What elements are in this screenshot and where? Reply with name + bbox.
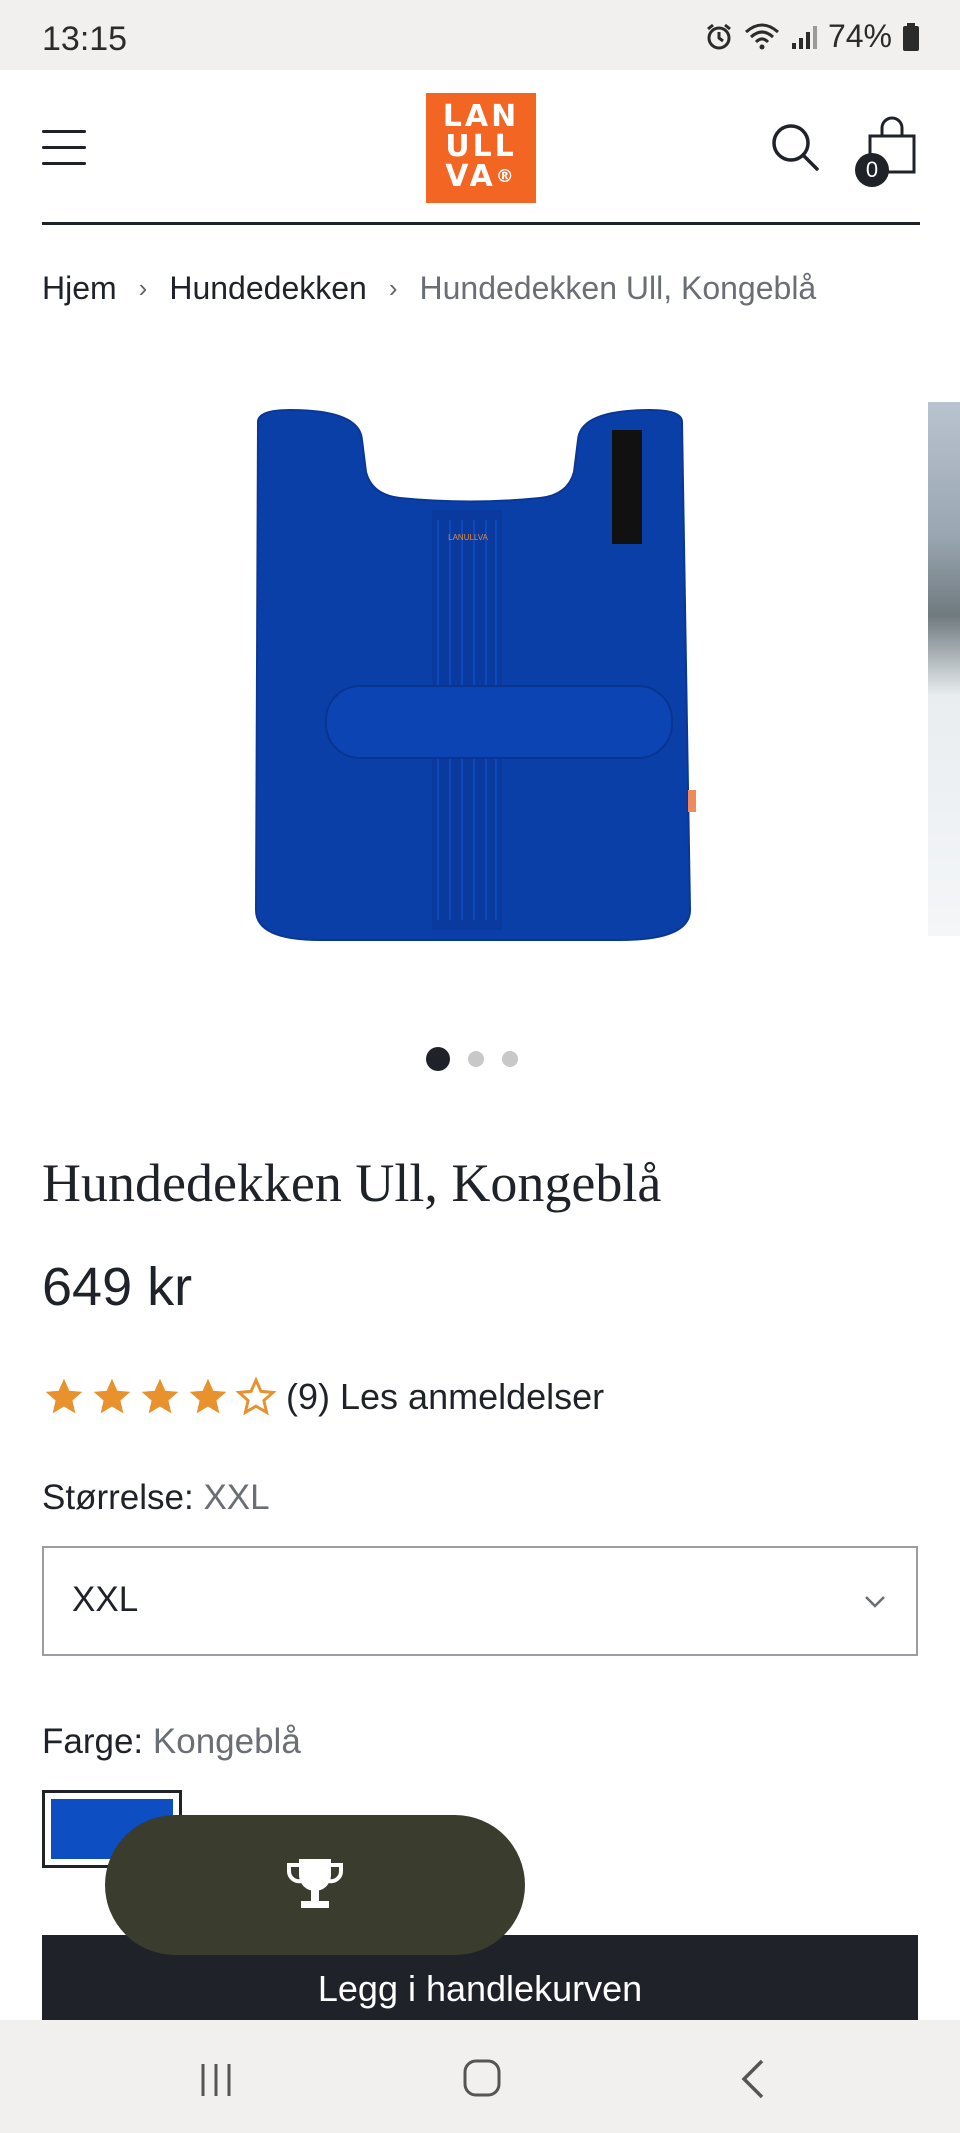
status-time: 13:15 xyxy=(42,20,128,58)
star-filled-icon xyxy=(93,1378,131,1414)
gallery-pagination xyxy=(426,1047,518,1071)
star-filled-icon xyxy=(141,1378,179,1414)
gallery-dot-1[interactable] xyxy=(426,1047,450,1071)
back-icon[interactable] xyxy=(738,2058,768,2100)
reviews-link[interactable]: (9) Les anmeldelser xyxy=(286,1376,604,1418)
size-select-value: XXL xyxy=(72,1580,139,1619)
product-rating[interactable]: (9) Les anmeldelser xyxy=(42,1375,604,1419)
status-icons: 74% xyxy=(704,18,920,55)
star-filled-icon xyxy=(189,1378,227,1414)
breadcrumb-category[interactable]: Hundedekken xyxy=(169,270,366,307)
gallery-dot-2[interactable] xyxy=(468,1051,484,1067)
product-title: Hundedekken Ull, Kongeblå xyxy=(42,1153,662,1213)
recent-apps-icon[interactable] xyxy=(198,2062,234,2098)
status-bar: 13:15 74% xyxy=(0,0,960,70)
color-value: Kongeblå xyxy=(152,1722,301,1761)
size-value: XXL xyxy=(203,1478,270,1517)
size-label: Størrelse: xyxy=(42,1478,194,1517)
product-image[interactable]: LANULLVA xyxy=(0,380,960,1000)
menu-icon[interactable] xyxy=(42,128,86,168)
blanket-strap xyxy=(325,685,673,759)
next-image-preview[interactable] xyxy=(928,402,960,936)
brand-logo[interactable]: LAN ULL VA® xyxy=(426,93,536,203)
battery-icon xyxy=(903,22,919,51)
star-filled-icon xyxy=(45,1378,83,1414)
chevron-down-icon xyxy=(865,1596,885,1608)
home-icon[interactable] xyxy=(462,2058,502,2098)
signal-icon xyxy=(791,25,817,49)
battery-percent: 74% xyxy=(827,18,892,54)
velcro-patch xyxy=(612,430,642,544)
alarm-icon xyxy=(707,23,731,49)
wifi-icon xyxy=(744,23,779,49)
gallery-dot-3[interactable] xyxy=(502,1051,518,1067)
product-gallery[interactable]: LANULLVA xyxy=(0,380,960,1000)
header-divider xyxy=(42,222,920,225)
size-select[interactable]: XXL xyxy=(42,1546,918,1656)
color-label: Farge: xyxy=(42,1722,144,1761)
rewards-button[interactable] xyxy=(105,1815,525,1955)
star-empty-icon xyxy=(235,1376,277,1416)
size-label-row: Størrelse: XXL xyxy=(42,1478,270,1518)
breadcrumb-separator: › xyxy=(388,273,398,303)
trophy-icon xyxy=(287,1859,343,1908)
breadcrumb: Hjem › Hundedekken › Hundedekken Ull, Ko… xyxy=(42,270,816,307)
product-price: 649 kr xyxy=(42,1257,193,1317)
orange-tag xyxy=(688,790,696,812)
site-header: LAN ULL VA® xyxy=(0,70,960,225)
system-nav-bar xyxy=(0,2020,960,2133)
rating-stars xyxy=(42,1375,278,1419)
color-label-row: Farge: Kongeblå xyxy=(42,1722,301,1762)
blanket-label-logo: LANULLVA xyxy=(448,533,488,542)
search-icon[interactable] xyxy=(770,122,820,172)
breadcrumb-current: Hundedekken Ull, Kongeblå xyxy=(419,270,817,306)
breadcrumb-separator: › xyxy=(138,273,148,303)
cart-count-badge: 0 xyxy=(855,153,889,187)
breadcrumb-home[interactable]: Hjem xyxy=(42,270,117,307)
